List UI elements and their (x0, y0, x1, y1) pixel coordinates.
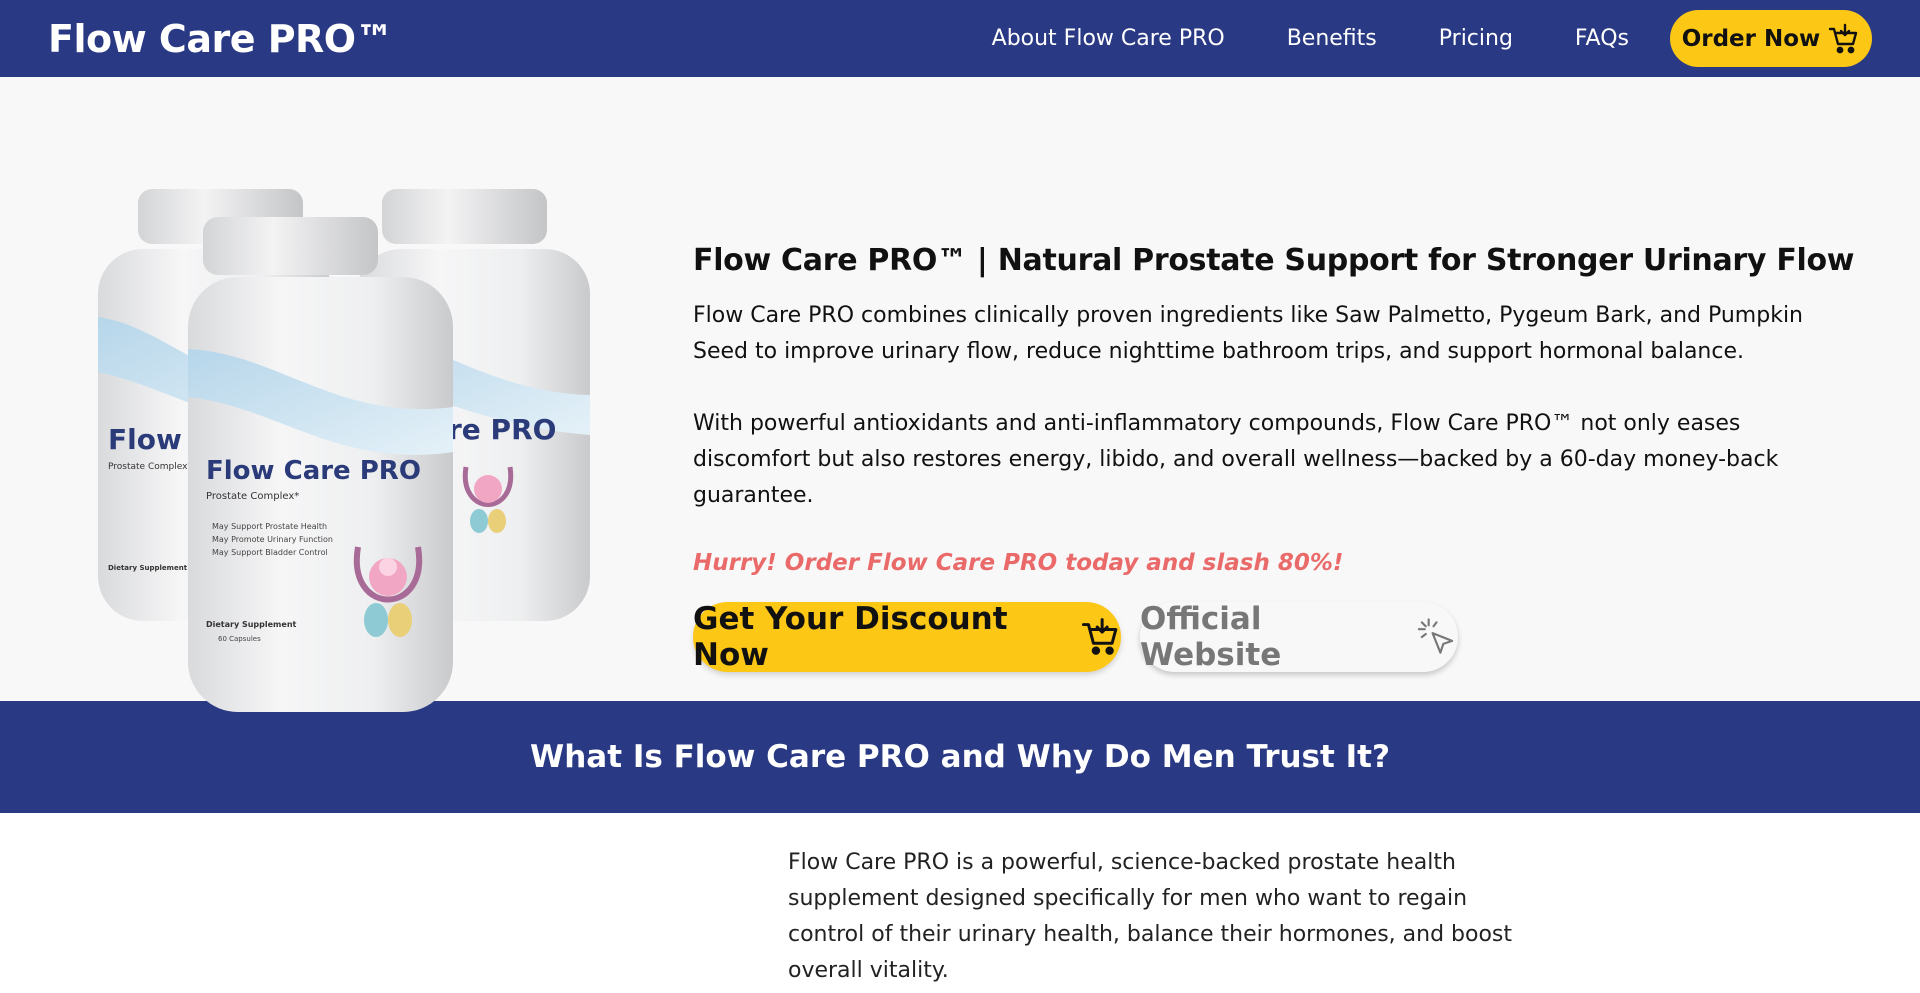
cart-icon (1829, 23, 1858, 53)
main-nav: About Flow Care PRO Benefits Pricing FAQ… (992, 10, 1872, 67)
hero-paragraph-1: Flow Care PRO combines clinically proven… (693, 303, 1804, 364)
svg-text:Prostate Complex*: Prostate Complex* (108, 462, 192, 472)
pointer-click-icon (1417, 618, 1454, 654)
hero-section: Flow Care PRO Prostate Complex* Dietary … (0, 77, 1920, 712)
svg-text:Dietary Supplement: Dietary Supplement (206, 620, 297, 629)
order-now-label: Order Now (1681, 25, 1821, 52)
what-is-heading: What Is Flow Care PRO and Why Do Men Tru… (530, 739, 1390, 775)
order-now-button[interactable]: Order Now (1670, 10, 1872, 67)
nav-about[interactable]: About Flow Care PRO (992, 26, 1225, 51)
intro-section: Flow Care PRO is a powerful, science-bac… (0, 813, 1920, 993)
svg-text:May Promote Urinary Function: May Promote Urinary Function (212, 535, 333, 544)
cart-icon (1082, 618, 1118, 655)
what-is-section-header: What Is Flow Care PRO and Why Do Men Tru… (0, 701, 1920, 813)
svg-text:Flow Care PRO: Flow Care PRO (206, 456, 421, 486)
svg-text:re PRO: re PRO (448, 413, 556, 446)
intro-paragraph: Flow Care PRO is a powerful, science-bac… (788, 850, 1513, 983)
hurry-promo-text: Hurry! Order Flow Care PRO today and sla… (693, 550, 1344, 576)
get-discount-button[interactable]: Get Your Discount Now (693, 601, 1121, 673)
svg-text:Prostate Complex*: Prostate Complex* (206, 491, 299, 502)
hero-title: Flow Care PRO™ | Natural Prostate Suppor… (693, 243, 1855, 278)
bottle-front: Flow Care PRO Prostate Complex* May Supp… (188, 217, 453, 712)
cta-row: Get Your Discount Now Official Website (693, 601, 1883, 673)
nav-faqs[interactable]: FAQs (1575, 26, 1629, 51)
official-website-button[interactable]: Official Website (1140, 601, 1458, 673)
get-discount-label: Get Your Discount Now (693, 601, 1008, 673)
svg-text:Dietary Supplement: Dietary Supplement (108, 564, 188, 572)
hero-copy: Flow Care PRO™ | Natural Prostate Suppor… (693, 243, 1883, 673)
nav-pricing[interactable]: Pricing (1439, 26, 1513, 51)
svg-text:May Support Prostate Health: May Support Prostate Health (212, 522, 327, 531)
hero-paragraph-2: With powerful antioxidants and anti-infl… (693, 411, 1779, 508)
brand-logo[interactable]: Flow Care PRO™ (48, 17, 394, 61)
site-header: Flow Care PRO™ About Flow Care PRO Benef… (0, 0, 1920, 77)
svg-text:May Support Bladder Control: May Support Bladder Control (212, 548, 328, 557)
official-website-label: Official Website (1140, 601, 1282, 673)
nav-benefits[interactable]: Benefits (1287, 26, 1377, 51)
svg-text:60 Capsules: 60 Capsules (218, 635, 261, 643)
product-bottles-image: Flow Care PRO Prostate Complex* Dietary … (98, 189, 590, 712)
